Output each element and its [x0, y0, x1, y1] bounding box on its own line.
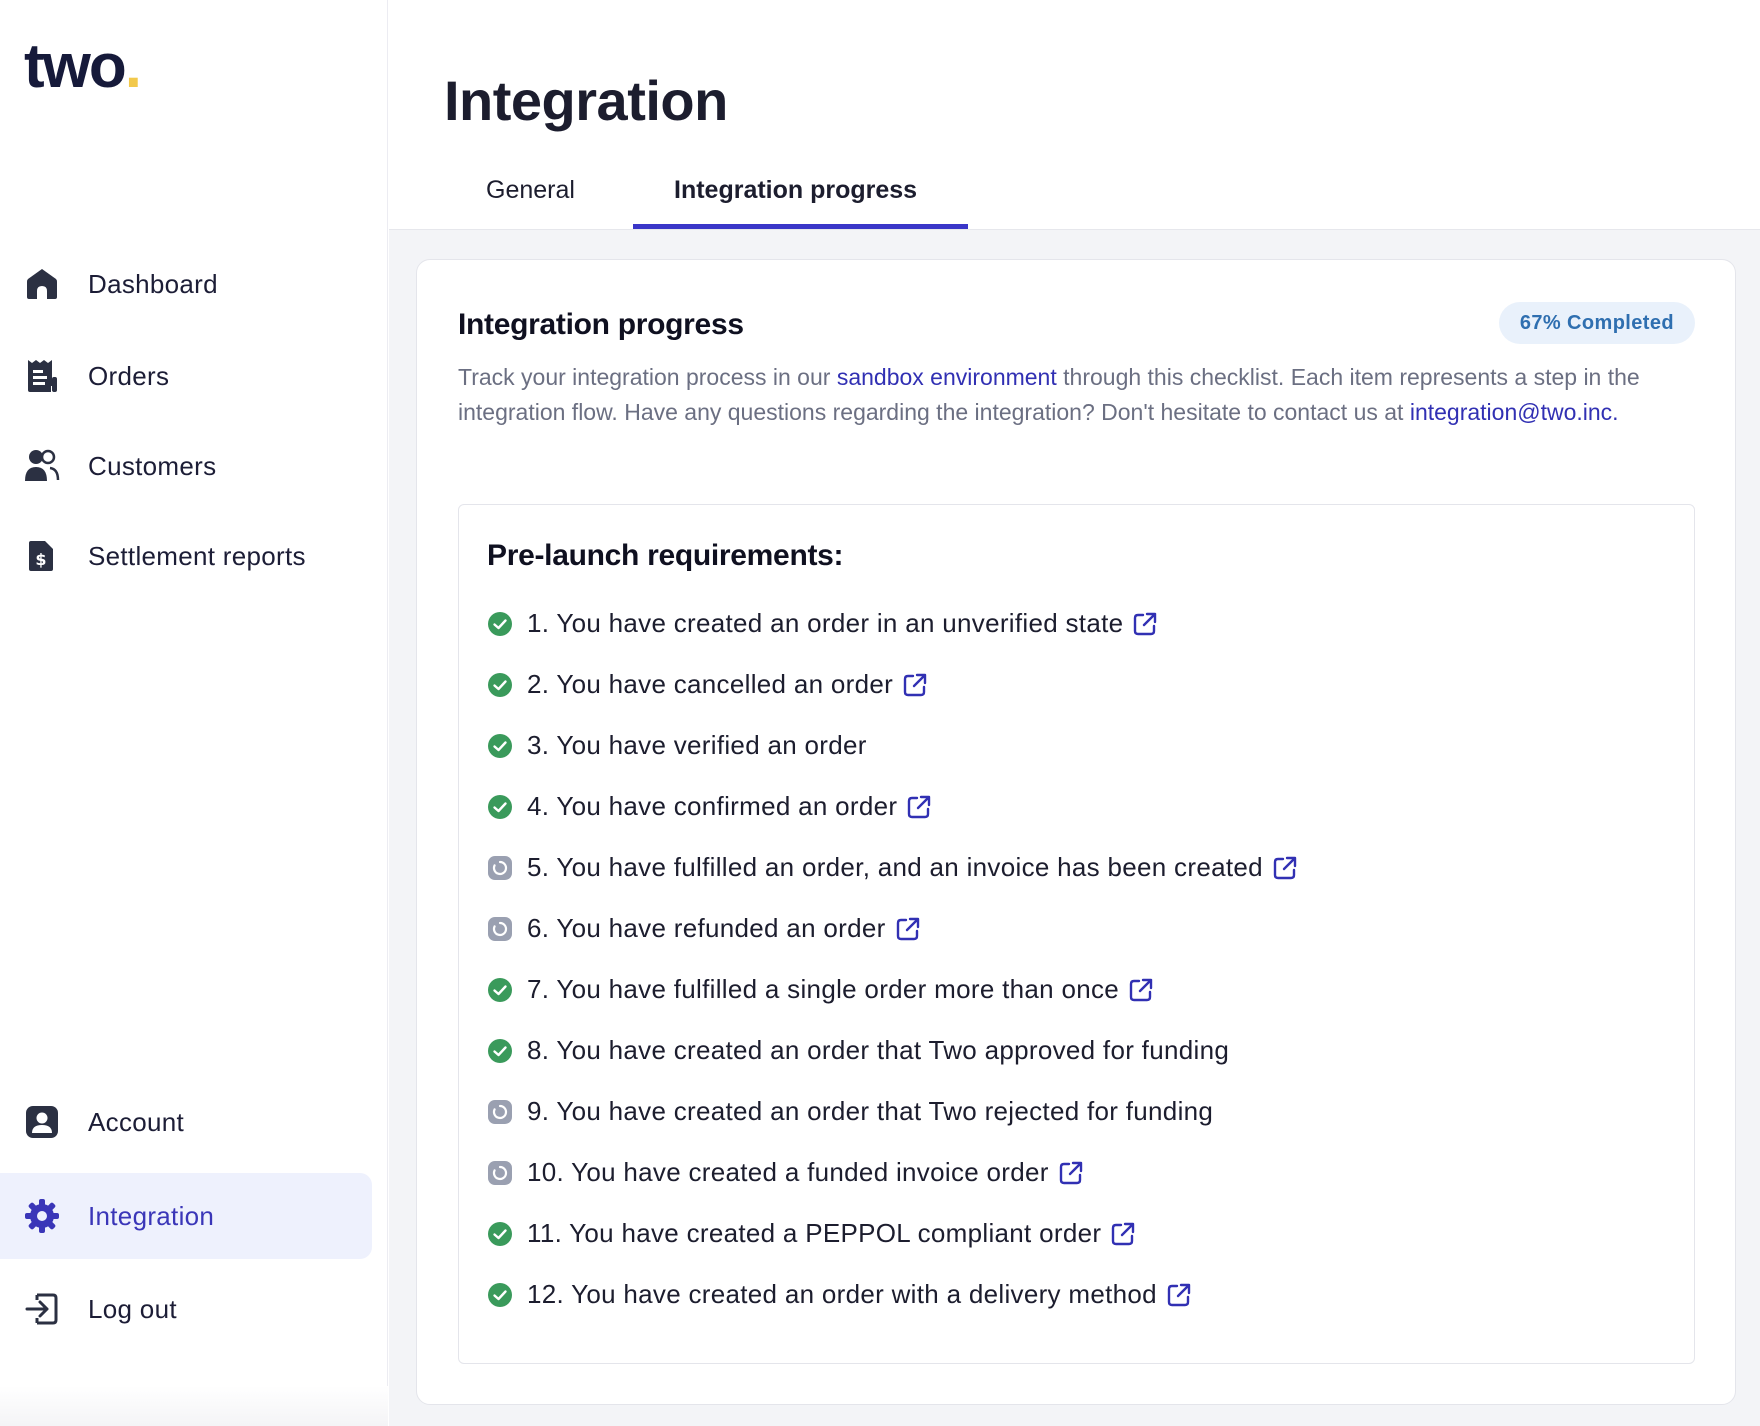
requirement-text: 6. You have refunded an order — [527, 913, 886, 943]
requirement-item: 11. You have created a PEPPOL compliant … — [487, 1203, 1667, 1264]
sidebar-item-label: Orders — [88, 360, 170, 391]
requirement-text: 9. You have created an order that Two re… — [527, 1096, 1214, 1126]
sidebar-item-label: Account — [88, 1106, 185, 1137]
external-link-icon[interactable] — [1271, 854, 1299, 882]
external-link-icon[interactable] — [1127, 976, 1155, 1004]
sidebar-item-customers[interactable]: Customers — [0, 423, 372, 509]
integration-progress-card: Integration progress 67% Completed Track… — [416, 259, 1736, 1405]
requirement-text: 5. You have fulfilled an order, and an i… — [527, 852, 1263, 882]
requirement-item: 7. You have fulfilled a single order mor… — [487, 959, 1667, 1020]
requirement-text: 2. You have cancelled an order — [527, 669, 894, 699]
card-description: Track your integration process in our sa… — [458, 360, 1703, 430]
check-circle-icon — [487, 1038, 513, 1064]
sidebar-item-settlement-reports[interactable]: $ Settlement reports — [0, 513, 372, 599]
logo-dot: . — [124, 32, 142, 101]
external-link-icon[interactable] — [1131, 610, 1159, 638]
external-link-icon[interactable] — [1057, 1159, 1085, 1187]
sidebar-item-label: Log out — [88, 1293, 177, 1324]
requirement-item: 6. You have refunded an order — [487, 898, 1667, 959]
check-circle-icon — [487, 611, 513, 637]
check-circle-icon — [487, 1221, 513, 1247]
check-circle-icon — [487, 794, 513, 820]
requirement-item: 5. You have fulfilled an order, and an i… — [487, 837, 1667, 898]
page-header: Integration General Integration progress — [389, 0, 1760, 230]
sidebar-item-dashboard[interactable]: Dashboard — [0, 241, 372, 327]
sidebar-item-label: Integration — [88, 1200, 215, 1231]
gear-icon — [24, 1198, 60, 1234]
sidebar-fade — [0, 1386, 388, 1426]
sidebar: two. Dashboard Orders Customers $ Settle… — [0, 0, 388, 1426]
sandbox-environment-link[interactable]: sandbox environment — [837, 364, 1057, 390]
requirement-text: 4. You have confirmed an order — [527, 791, 898, 821]
requirement-text: 8. You have created an order that Two ap… — [527, 1035, 1230, 1065]
pending-icon — [487, 855, 513, 881]
external-link-icon[interactable] — [1165, 1281, 1193, 1309]
requirement-item: 3. You have verified an order — [487, 715, 1667, 776]
requirements-list: 1. You have created an order in an unver… — [487, 593, 1667, 1325]
check-circle-icon — [487, 672, 513, 698]
description-text: Track your integration process in our — [458, 364, 837, 390]
logo-text: two — [24, 32, 127, 101]
external-link-icon[interactable] — [894, 915, 922, 943]
requirement-item: 8. You have created an order that Two ap… — [487, 1020, 1667, 1081]
requirement-text: 11. You have created a PEPPOL compliant … — [527, 1218, 1102, 1248]
pending-icon — [487, 1160, 513, 1186]
tab-general[interactable]: General — [486, 176, 575, 205]
page-title: Integration — [444, 69, 728, 132]
requirements-box: Pre-launch requirements: 1. You have cre… — [458, 504, 1695, 1364]
requirement-text: 12. You have created an order with a del… — [527, 1279, 1157, 1309]
external-link-icon[interactable] — [1109, 1220, 1137, 1248]
requirement-item: 4. You have confirmed an order — [487, 776, 1667, 837]
sidebar-item-integration[interactable]: Integration — [0, 1173, 372, 1259]
external-link-icon[interactable] — [905, 793, 933, 821]
sidebar-item-label: Dashboard — [88, 268, 218, 299]
requirement-item: 12. You have created an order with a del… — [487, 1264, 1667, 1325]
logout-icon — [24, 1291, 60, 1327]
completion-badge: 67% Completed — [1498, 302, 1695, 344]
svg-text:$: $ — [35, 550, 46, 569]
requirement-text: 1. You have created an order in an unver… — [527, 608, 1124, 638]
sidebar-item-label: Customers — [88, 450, 217, 481]
home-icon — [24, 266, 60, 302]
requirement-item: 9. You have created an order that Two re… — [487, 1081, 1667, 1142]
tab-integration-progress[interactable]: Integration progress — [674, 176, 917, 205]
integration-email-link[interactable]: integration@two.inc. — [1410, 399, 1619, 425]
sidebar-item-log-out[interactable]: Log out — [0, 1266, 372, 1352]
external-link-icon[interactable] — [901, 671, 929, 699]
active-tab-indicator — [633, 224, 968, 229]
requirement-item: 10. You have created a funded invoice or… — [487, 1142, 1667, 1203]
requirement-text: 7. You have fulfilled a single order mor… — [527, 974, 1120, 1004]
requirement-item: 2. You have cancelled an order — [487, 654, 1667, 715]
customers-icon — [24, 448, 60, 484]
pending-icon — [487, 1099, 513, 1125]
orders-icon — [24, 358, 60, 394]
requirement-item: 1. You have created an order in an unver… — [487, 593, 1667, 654]
requirement-text: 3. You have verified an order — [527, 730, 867, 760]
check-circle-icon — [487, 1282, 513, 1308]
sidebar-item-label: Settlement reports — [88, 540, 306, 571]
pending-icon — [487, 916, 513, 942]
sidebar-item-account[interactable]: Account — [0, 1079, 372, 1165]
check-circle-icon — [487, 977, 513, 1003]
card-title: Integration progress — [458, 308, 744, 341]
main-content: Integration General Integration progress… — [389, 0, 1760, 1426]
requirement-text: 10. You have created a funded invoice or… — [527, 1157, 1049, 1187]
sidebar-item-orders[interactable]: Orders — [0, 333, 372, 419]
account-icon — [24, 1104, 60, 1140]
requirements-title: Pre-launch requirements: — [487, 539, 844, 572]
settlement-report-icon: $ — [24, 538, 60, 574]
check-circle-icon — [487, 733, 513, 759]
brand-logo[interactable]: two. — [24, 36, 142, 98]
